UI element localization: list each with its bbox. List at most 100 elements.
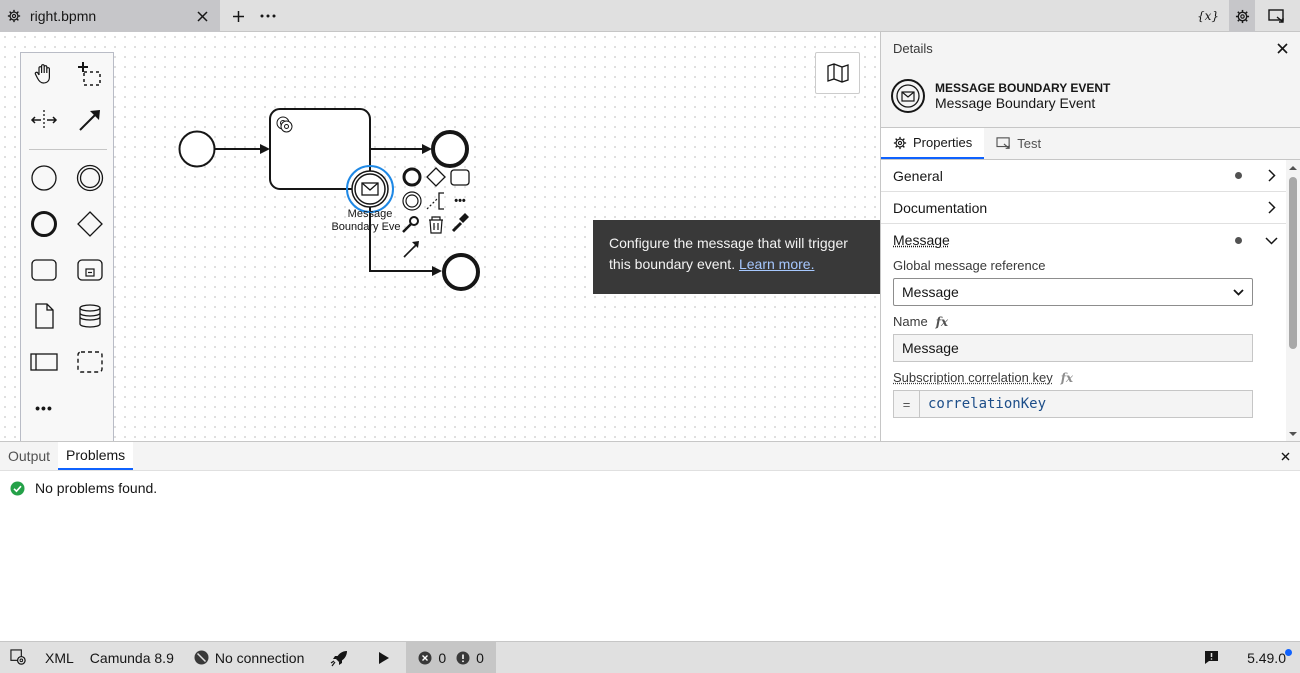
group-general-label: General xyxy=(893,167,943,184)
correlation-key-label: Subscription correlation key xyxy=(893,370,1053,385)
problems-counter[interactable]: 0 0 xyxy=(406,641,496,673)
name-label: Name xyxy=(893,314,928,329)
chevron-right-icon xyxy=(1264,201,1278,215)
name-input[interactable]: Message xyxy=(893,334,1253,362)
panel-scrollbar[interactable] xyxy=(1286,160,1300,441)
update-indicator-dot xyxy=(1285,648,1292,656)
data-indicator-dot xyxy=(1235,236,1242,244)
message-tooltip: Configure the message that will trigger … xyxy=(593,220,880,294)
corr-label-row: Subscription correlation key fx xyxy=(893,370,1300,385)
end-event-1[interactable] xyxy=(431,130,469,168)
sequence-flow-2[interactable] xyxy=(370,144,432,154)
tab-properties[interactable]: Properties xyxy=(881,128,985,159)
append-end-event-icon[interactable] xyxy=(402,167,422,187)
tab-properties-label: Properties xyxy=(913,135,973,150)
global-ref-label: Global message reference xyxy=(893,258,1046,273)
minimap-toggle-button[interactable] xyxy=(815,52,860,94)
properties-panel: Details MESSAGE BOUNDARY EVENT Message B… xyxy=(880,32,1300,441)
success-check-icon xyxy=(10,481,25,495)
group-documentation-label: Documentation xyxy=(893,199,988,216)
fx-icon[interactable]: fx xyxy=(1061,371,1073,385)
map-icon xyxy=(826,63,849,83)
file-tab[interactable]: right.bpmn xyxy=(0,0,220,32)
settings-gear-icon[interactable] xyxy=(1229,0,1255,32)
rocket-icon xyxy=(331,650,348,666)
feedback-button[interactable] xyxy=(1190,642,1233,673)
warning-icon xyxy=(456,651,470,664)
status-bar: XML Camunda 8.9 No connection 0 0 5.49.0 xyxy=(0,641,1300,673)
name-label-row: Name fx xyxy=(893,314,1300,329)
group-documentation[interactable]: Documentation xyxy=(881,192,1300,224)
panel-title: Details xyxy=(893,40,933,56)
correlation-key-input[interactable]: = correlationKey xyxy=(893,390,1253,418)
deploy-button[interactable] xyxy=(318,642,362,673)
delete-trash-icon[interactable] xyxy=(429,216,443,234)
tab-test-label: Test xyxy=(1017,136,1042,151)
close-tab-icon[interactable] xyxy=(194,8,210,24)
chevron-down-icon xyxy=(1264,233,1278,247)
run-button[interactable] xyxy=(362,642,406,673)
context-pad-more-icon[interactable]: ••• xyxy=(454,195,466,207)
tab-output[interactable]: Output xyxy=(0,442,58,470)
error-count: 0 xyxy=(438,649,447,666)
feedback-icon xyxy=(1205,651,1219,664)
feel-equals-icon: = xyxy=(894,391,920,417)
dropdown-chevron-icon xyxy=(1233,288,1244,296)
tooltip-learn-more-link[interactable]: Learn more. xyxy=(739,256,814,272)
element-name: Message Boundary Event xyxy=(935,94,1096,111)
start-event[interactable] xyxy=(178,130,216,168)
warning-count: 0 xyxy=(476,649,484,666)
fx-icon[interactable]: fx xyxy=(936,315,948,329)
error-icon xyxy=(418,651,432,664)
bottom-tabs: Output Problems xyxy=(0,442,1300,471)
tab-bar: right.bpmn {x} xyxy=(0,0,1300,32)
message-event-icon xyxy=(891,78,925,113)
tab-test[interactable]: Test xyxy=(984,128,1053,159)
version-label: 5.49.0 xyxy=(1247,649,1286,666)
context-pad: ••• xyxy=(402,167,470,258)
message-boundary-event[interactable] xyxy=(346,165,394,213)
append-text-annotation-icon[interactable] xyxy=(426,192,444,210)
test-icon xyxy=(996,137,1010,149)
global-message-reference-select[interactable]: Message xyxy=(893,278,1253,306)
variables-icon[interactable]: {x} xyxy=(1196,4,1220,28)
problems-row: No problems found. xyxy=(0,471,1300,496)
end-event-2[interactable] xyxy=(442,253,480,291)
group-message[interactable]: Message xyxy=(881,224,1300,256)
panel-header: Details xyxy=(881,32,1300,64)
tab-problems[interactable]: Problems xyxy=(58,442,134,470)
engine-version-button[interactable]: Camunda 8.9 xyxy=(84,642,180,673)
bpmn-canvas[interactable]: ••• Message Boundary Eve ••• Configure t… xyxy=(0,32,880,441)
deploy-window-icon[interactable] xyxy=(1264,4,1288,28)
panel-tabs: Properties Test xyxy=(881,128,1300,160)
boundary-event-label-line2: Boundary Eve xyxy=(331,221,400,233)
element-type: MESSAGE BOUNDARY EVENT xyxy=(935,80,1111,95)
boundary-event-label-line1: Message xyxy=(348,208,393,220)
sequence-flow-1[interactable] xyxy=(215,144,270,154)
version-button[interactable]: 5.49.0 xyxy=(1233,642,1300,673)
correlation-key-value: correlationKey xyxy=(928,396,1047,412)
close-bottom-panel-icon[interactable] xyxy=(1278,449,1292,463)
engine-settings-button[interactable] xyxy=(0,642,35,673)
gear-icon xyxy=(6,8,22,24)
more-tabs-icon[interactable] xyxy=(256,4,280,28)
scrollbar-thumb[interactable] xyxy=(1289,177,1297,349)
append-intermediate-event-icon[interactable] xyxy=(402,191,422,211)
bottom-panel: Output Problems No problems found. xyxy=(0,441,1300,641)
properties-gear-icon xyxy=(893,136,907,149)
wrench-icon[interactable] xyxy=(402,216,419,233)
service-task[interactable] xyxy=(269,108,371,190)
append-task-icon[interactable] xyxy=(450,169,470,186)
connect-arrow-icon[interactable] xyxy=(403,241,419,258)
chevron-right-icon xyxy=(1264,169,1278,183)
group-general[interactable]: General xyxy=(881,160,1300,192)
xml-button[interactable]: XML xyxy=(35,642,84,673)
connection-status-button[interactable]: No connection xyxy=(180,642,319,673)
append-gateway-icon[interactable] xyxy=(426,167,446,187)
close-panel-icon[interactable] xyxy=(1274,40,1290,56)
envelope-icon xyxy=(361,182,379,196)
app-window: right.bpmn {x} ••• Message Boundary Eve … xyxy=(0,0,1300,673)
color-brush-icon[interactable] xyxy=(451,213,469,233)
connection-label: No connection xyxy=(214,649,305,666)
add-tab-icon[interactable] xyxy=(226,4,250,28)
